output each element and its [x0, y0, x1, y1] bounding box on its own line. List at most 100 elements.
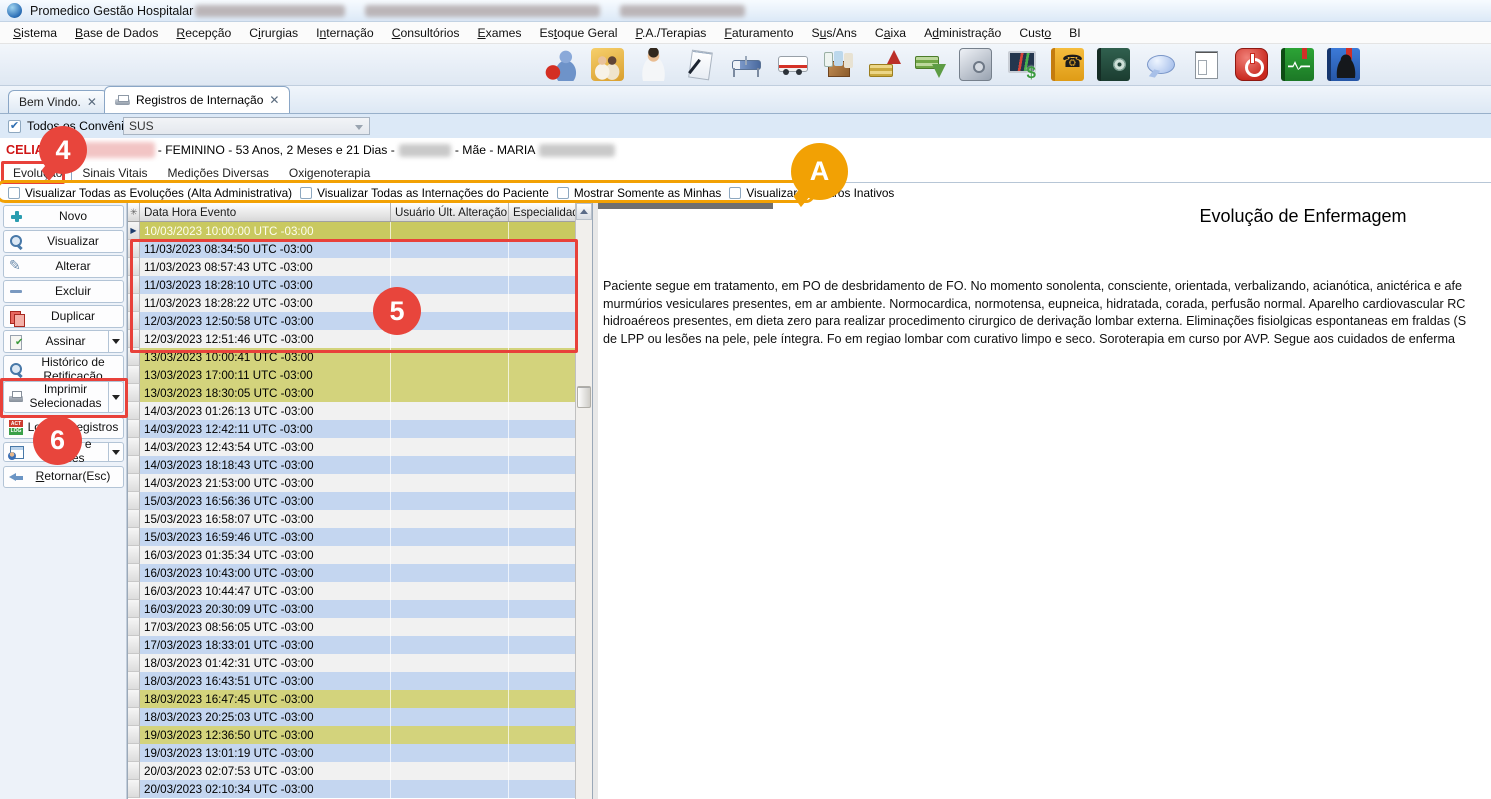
phonebook-icon[interactable]: [1051, 48, 1084, 81]
row-selector[interactable]: [128, 384, 140, 402]
scrollbar-thumb[interactable]: [577, 386, 591, 408]
table-row[interactable]: 14/03/2023 21:53:00 UTC -03:00: [128, 474, 576, 492]
imprimir-selecionadas-button[interactable]: Imprimir Selecionadas: [3, 381, 124, 413]
row-selector[interactable]: [128, 312, 140, 330]
ambulance-icon[interactable]: [775, 48, 808, 81]
menu-item-exames[interactable]: Exames: [468, 24, 530, 42]
table-row[interactable]: 19/03/2023 13:01:19 UTC -03:00: [128, 744, 576, 762]
column-header-especialidade[interactable]: Especialidade: [509, 203, 576, 221]
scroll-up-icon[interactable]: [576, 203, 592, 220]
menu-item-sus-ans[interactable]: Sus/Ans: [802, 24, 865, 42]
visualizar-button[interactable]: Visualizar: [3, 230, 124, 253]
todos-convenios-checkbox[interactable]: [8, 120, 21, 133]
supplies-icon[interactable]: [821, 48, 854, 81]
medical-log-icon[interactable]: [1281, 48, 1314, 81]
table-row[interactable]: 20/03/2023 02:10:34 UTC -03:00: [128, 780, 576, 798]
mostrar-somente-minhas-checkbox[interactable]: [557, 187, 569, 199]
table-row[interactable]: 17/03/2023 18:33:01 UTC -03:00: [128, 636, 576, 654]
row-selector[interactable]: [128, 600, 140, 618]
row-selector[interactable]: [128, 402, 140, 420]
row-selector[interactable]: [128, 456, 140, 474]
table-row[interactable]: 16/03/2023 10:43:00 UTC -03:00: [128, 564, 576, 582]
table-row[interactable]: 14/03/2023 18:18:43 UTC -03:00: [128, 456, 576, 474]
menu-item-administra-o[interactable]: Administração: [915, 24, 1010, 42]
table-row[interactable]: 14/03/2023 12:43:54 UTC -03:00: [128, 438, 576, 456]
manual-icon[interactable]: [1097, 48, 1130, 81]
table-row[interactable]: 12/03/2023 12:51:46 UTC -03:00: [128, 330, 576, 348]
table-row[interactable]: 16/03/2023 01:35:34 UTC -03:00: [128, 546, 576, 564]
column-header-usuario[interactable]: Usuário Últ. Alteração: [391, 203, 509, 221]
row-selector[interactable]: [128, 582, 140, 600]
row-selector[interactable]: [128, 240, 140, 258]
money-out-icon[interactable]: [913, 48, 946, 81]
escalas-dropdown[interactable]: [108, 443, 123, 461]
menu-item-p-a-terapias[interactable]: P.A./Terapias: [626, 24, 715, 42]
menu-item-base-de-dados[interactable]: Base de Dados: [66, 24, 167, 42]
row-selector[interactable]: [128, 438, 140, 456]
table-row[interactable]: 19/03/2023 12:36:50 UTC -03:00: [128, 726, 576, 744]
row-selector[interactable]: [128, 258, 140, 276]
menu-item-consult-rios[interactable]: Consultórios: [383, 24, 469, 42]
visualizar-todas-evolucoes-checkbox[interactable]: [8, 187, 20, 199]
visualizar-registros-inativos-checkbox[interactable]: [729, 187, 741, 199]
row-selector[interactable]: [128, 528, 140, 546]
contacts-icon[interactable]: [1327, 48, 1360, 81]
alterar-button[interactable]: Alterar: [3, 255, 124, 278]
vertical-scrollbar[interactable]: [575, 203, 592, 799]
table-row[interactable]: 14/03/2023 12:42:11 UTC -03:00: [128, 420, 576, 438]
row-selector-header[interactable]: ✳: [128, 203, 140, 221]
table-row[interactable]: 11/03/2023 08:57:43 UTC -03:00: [128, 258, 576, 276]
row-selector[interactable]: [128, 330, 140, 348]
assinar-button[interactable]: Assinar: [3, 330, 124, 353]
table-row[interactable]: 15/03/2023 16:59:46 UTC -03:00: [128, 528, 576, 546]
row-selector[interactable]: [128, 348, 140, 366]
column-header-data-hora[interactable]: Data Hora Evento: [140, 203, 391, 221]
tab-registros-de-internacao[interactable]: Registros de Internação ✕: [104, 86, 290, 113]
table-row[interactable]: 15/03/2023 16:58:07 UTC -03:00: [128, 510, 576, 528]
menu-item-custo[interactable]: Custo: [1010, 24, 1060, 42]
row-selector[interactable]: [128, 654, 140, 672]
tab-medicoes-diversas[interactable]: Medições Diversas: [158, 163, 279, 183]
doctor-icon[interactable]: [637, 48, 670, 81]
row-selector[interactable]: [128, 510, 140, 528]
row-selector[interactable]: [128, 744, 140, 762]
menu-item-sistema[interactable]: Sistema: [4, 24, 66, 42]
imprimir-dropdown[interactable]: [108, 382, 123, 412]
row-selector[interactable]: [128, 294, 140, 312]
power-icon[interactable]: [1235, 48, 1268, 81]
row-selector[interactable]: [128, 492, 140, 510]
table-row[interactable]: 20/03/2023 02:07:53 UTC -03:00: [128, 762, 576, 780]
money-in-icon[interactable]: [867, 48, 900, 81]
menu-item-caixa[interactable]: Caixa: [866, 24, 915, 42]
menu-item-interna-o[interactable]: Internação: [307, 24, 383, 42]
row-selector[interactable]: [128, 474, 140, 492]
table-row[interactable]: 16/03/2023 10:44:47 UTC -03:00: [128, 582, 576, 600]
escalas-indices-button[interactable]: Escalas e Índices: [3, 442, 124, 462]
novo-button[interactable]: Novo: [3, 205, 124, 228]
menu-item-estoque-geral[interactable]: Estoque Geral: [531, 24, 627, 42]
duplicar-button[interactable]: Duplicar: [3, 305, 124, 328]
table-row[interactable]: 15/03/2023 16:56:36 UTC -03:00: [128, 492, 576, 510]
row-selector[interactable]: [128, 780, 140, 798]
table-row[interactable]: 18/03/2023 16:47:45 UTC -03:00: [128, 690, 576, 708]
row-selector[interactable]: [128, 564, 140, 582]
log-de-registros-button[interactable]: Log de Registros: [3, 417, 124, 439]
table-row[interactable]: 12/03/2023 12:50:58 UTC -03:00: [128, 312, 576, 330]
table-row[interactable]: 11/03/2023 18:28:10 UTC -03:00: [128, 276, 576, 294]
prescription-icon[interactable]: [683, 48, 716, 81]
row-selector[interactable]: [128, 618, 140, 636]
invoice-icon[interactable]: [1189, 48, 1222, 81]
row-selector[interactable]: [128, 546, 140, 564]
close-tab-icon[interactable]: ✕: [269, 93, 279, 107]
table-row[interactable]: 13/03/2023 17:00:11 UTC -03:00: [128, 366, 576, 384]
menu-item-recep-o[interactable]: Recepção: [167, 24, 240, 42]
table-row[interactable]: 11/03/2023 08:34:50 UTC -03:00: [128, 240, 576, 258]
table-row[interactable]: 11/03/2023 18:28:22 UTC -03:00: [128, 294, 576, 312]
tab-evolucao[interactable]: Evolução: [3, 163, 72, 183]
retornar-button[interactable]: Retornar(Esc): [3, 466, 124, 488]
tab-oxigenoterapia[interactable]: Oxigenoterapia: [279, 163, 380, 183]
row-selector[interactable]: [128, 420, 140, 438]
table-row[interactable]: ▶10/03/2023 10:00:00 UTC -03:00: [128, 222, 576, 240]
user-sync-icon[interactable]: [545, 48, 578, 81]
table-row[interactable]: 13/03/2023 10:00:41 UTC -03:00: [128, 348, 576, 366]
